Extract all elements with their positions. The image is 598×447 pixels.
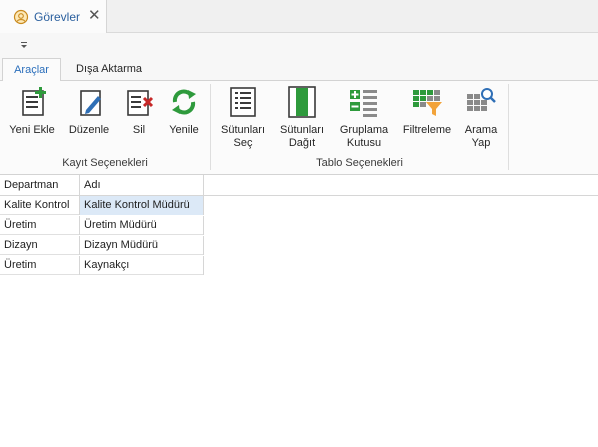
find-icon <box>467 88 496 111</box>
refresh-button[interactable]: Yenile <box>162 86 206 137</box>
tab-disa-aktarma[interactable]: Dışa Aktarma <box>64 58 154 81</box>
table-row[interactable]: Dizayn Dizayn Müdürü <box>0 236 204 255</box>
table-row[interactable]: Üretim Kaynakçı <box>0 256 204 275</box>
find-label: Arama Yap <box>464 124 498 149</box>
ribbon-panel: Yeni Ekle Düzenle Sil Yenile Kayıt Seçen… <box>0 81 598 175</box>
column-header-departman[interactable]: Departman <box>0 175 80 195</box>
edit-label: Düzenle <box>68 124 110 136</box>
group-panel-icon <box>350 90 377 117</box>
find-button[interactable]: Arama Yap <box>459 86 503 150</box>
group-label-tablo: Tablo Seçenekleri <box>316 157 403 169</box>
choose-columns-label: Sütunları Seç <box>220 124 266 149</box>
group-panel-button[interactable]: Gruplama Kutusu <box>334 86 394 150</box>
tab-araclar[interactable]: Araçlar <box>2 58 61 82</box>
table-cell[interactable]: Dizayn Müdürü <box>80 236 204 255</box>
refresh-icon <box>172 89 196 115</box>
table-cell[interactable]: Kalite Kontrol <box>0 196 80 215</box>
filter-icon <box>413 90 442 116</box>
table-row[interactable]: Kalite Kontrol Kalite Kontrol Müdürü <box>0 196 204 215</box>
filter-button[interactable]: Filtreleme <box>397 86 457 137</box>
document-tab-strip: Görevler ✕ <box>0 0 598 33</box>
best-fit-columns-label: Sütunları Dağıt <box>279 124 325 149</box>
customize-toolbar-icon[interactable] <box>18 39 30 51</box>
delete-label: Sil <box>132 124 146 136</box>
group-separator <box>508 84 509 170</box>
edit-icon <box>80 90 101 116</box>
table-cell[interactable]: Üretim <box>0 256 80 275</box>
document-tab-gorevler[interactable]: Görevler ✕ <box>0 0 107 33</box>
delete-icon <box>127 90 154 116</box>
close-icon[interactable]: ✕ <box>88 7 101 25</box>
group-label-kayit: Kayıt Seçenekleri <box>62 157 148 169</box>
add-new-label: Yeni Ekle <box>9 124 55 136</box>
quick-access-toolbar <box>0 33 598 58</box>
choose-columns-button[interactable]: Sütunları Seç <box>215 86 271 150</box>
edit-button[interactable]: Düzenle <box>64 86 114 137</box>
add-new-button[interactable]: Yeni Ekle <box>6 86 58 137</box>
gear-user-icon <box>13 9 29 24</box>
filter-label: Filtreleme <box>402 124 452 136</box>
table-cell[interactable]: Üretim Müdürü <box>80 216 204 235</box>
ribbon-tab-bar: Araçlar Dışa Aktarma <box>0 58 598 82</box>
refresh-label: Yenile <box>169 124 199 136</box>
table-cell[interactable]: Dizayn <box>0 236 80 255</box>
table-cell[interactable]: Kaynakçı <box>80 256 204 275</box>
table-row[interactable]: Üretim Üretim Müdürü <box>0 216 204 235</box>
document-tab-title: Görevler <box>34 9 81 24</box>
group-tablo-secenekleri: Sütunları Seç Sütunları Dağıt Gruplama Kut <box>211 81 508 175</box>
table-cell[interactable]: Üretim <box>0 216 80 235</box>
best-fit-icon <box>288 86 316 118</box>
table-cell[interactable]: Kalite Kontrol Müdürü <box>80 196 204 215</box>
group-panel-label: Gruplama Kutusu <box>339 124 389 149</box>
column-header-adi[interactable]: Adı <box>80 175 204 195</box>
delete-button[interactable]: Sil <box>120 86 158 137</box>
grid-header-row: Departman Adı <box>0 175 598 196</box>
add-record-icon <box>22 87 46 116</box>
best-fit-columns-button[interactable]: Sütunları Dağıt <box>274 86 330 150</box>
group-kayit-secenekleri: Yeni Ekle Düzenle Sil Yenile Kayıt Seçen… <box>0 81 210 175</box>
column-chooser-icon <box>230 87 256 117</box>
